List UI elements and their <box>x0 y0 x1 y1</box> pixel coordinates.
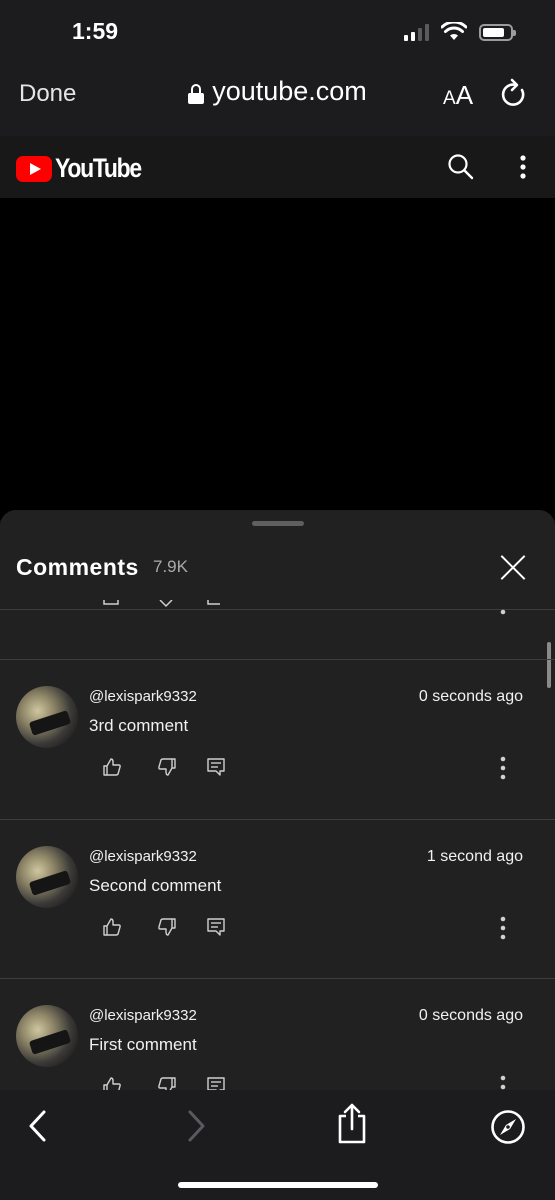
comments-title: Comments <box>16 554 139 580</box>
share-icon[interactable] <box>334 1102 370 1146</box>
comment-item: @lexispark9332 0 seconds ago 3rd comment <box>0 660 555 800</box>
youtube-play-icon <box>16 155 52 182</box>
reply-icon[interactable] <box>206 757 226 777</box>
text-size-label-large: A <box>455 80 474 110</box>
compass-icon[interactable] <box>490 1109 526 1145</box>
status-time: 1:59 <box>72 18 119 44</box>
back-icon[interactable] <box>24 1106 50 1146</box>
sheet-grabber[interactable] <box>252 521 304 526</box>
reply-icon[interactable] <box>206 1076 226 1090</box>
avatar[interactable] <box>16 846 78 908</box>
comment-author[interactable]: @lexispark9332 <box>89 688 197 705</box>
youtube-logo[interactable]: YouTube <box>16 153 156 184</box>
lock-icon <box>188 83 205 104</box>
home-indicator[interactable] <box>178 1182 378 1188</box>
comment-author[interactable]: @lexispark9332 <box>89 848 197 865</box>
comment-text: Second comment <box>89 876 222 895</box>
reload-icon[interactable] <box>500 78 528 110</box>
youtube-logo-text: YouTube <box>55 153 142 183</box>
comments-sheet: Comments 7.9K @lexispark9332 0 seconds a… <box>0 510 555 1090</box>
comment-item: @lexispark9332 0 seconds ago First comme… <box>0 979 555 1090</box>
more-vert-icon[interactable] <box>496 916 510 940</box>
comment-time: 0 seconds ago <box>418 1007 523 1024</box>
battery-icon <box>479 24 516 41</box>
cellular-signal-icon <box>404 23 429 41</box>
search-icon[interactable] <box>447 153 475 181</box>
like-icon[interactable] <box>102 917 122 937</box>
dislike-icon[interactable] <box>157 1076 177 1090</box>
wifi-icon <box>441 22 467 40</box>
text-size-button[interactable]: AA <box>443 80 473 111</box>
close-icon[interactable] <box>500 554 526 580</box>
comment-author[interactable]: @lexispark9332 <box>89 1007 197 1024</box>
dislike-icon[interactable] <box>157 917 177 937</box>
video-player[interactable] <box>0 198 555 520</box>
youtube-header: YouTube <box>0 136 555 198</box>
comment-time: 1 second ago <box>426 848 523 865</box>
dislike-icon[interactable] <box>157 757 177 777</box>
status-icons <box>404 22 516 41</box>
avatar[interactable] <box>16 686 78 748</box>
previous-comment-actions <box>103 600 220 608</box>
comments-count: 7.9K <box>153 557 188 576</box>
comment-text: First comment <box>89 1035 197 1054</box>
comment-item: @lexispark9332 1 second ago Second comme… <box>0 820 555 960</box>
more-vert-icon[interactable] <box>496 1075 510 1090</box>
divider <box>0 609 555 610</box>
more-vert-icon[interactable] <box>513 152 533 182</box>
more-vert-icon[interactable] <box>496 756 510 780</box>
url-text: youtube.com <box>212 76 367 106</box>
text-size-label-small: A <box>443 88 456 109</box>
avatar[interactable] <box>16 1005 78 1067</box>
more-vert-icon[interactable] <box>499 608 507 616</box>
forward-icon[interactable] <box>184 1106 210 1146</box>
reply-icon[interactable] <box>206 917 226 937</box>
status-bar: 1:59 <box>0 0 555 62</box>
comment-time: 0 seconds ago <box>418 688 523 705</box>
like-icon[interactable] <box>102 1076 122 1090</box>
like-icon[interactable] <box>102 757 122 777</box>
safari-toolbar-top: Done youtube.com AA <box>0 62 555 136</box>
comment-text: 3rd comment <box>89 716 189 735</box>
